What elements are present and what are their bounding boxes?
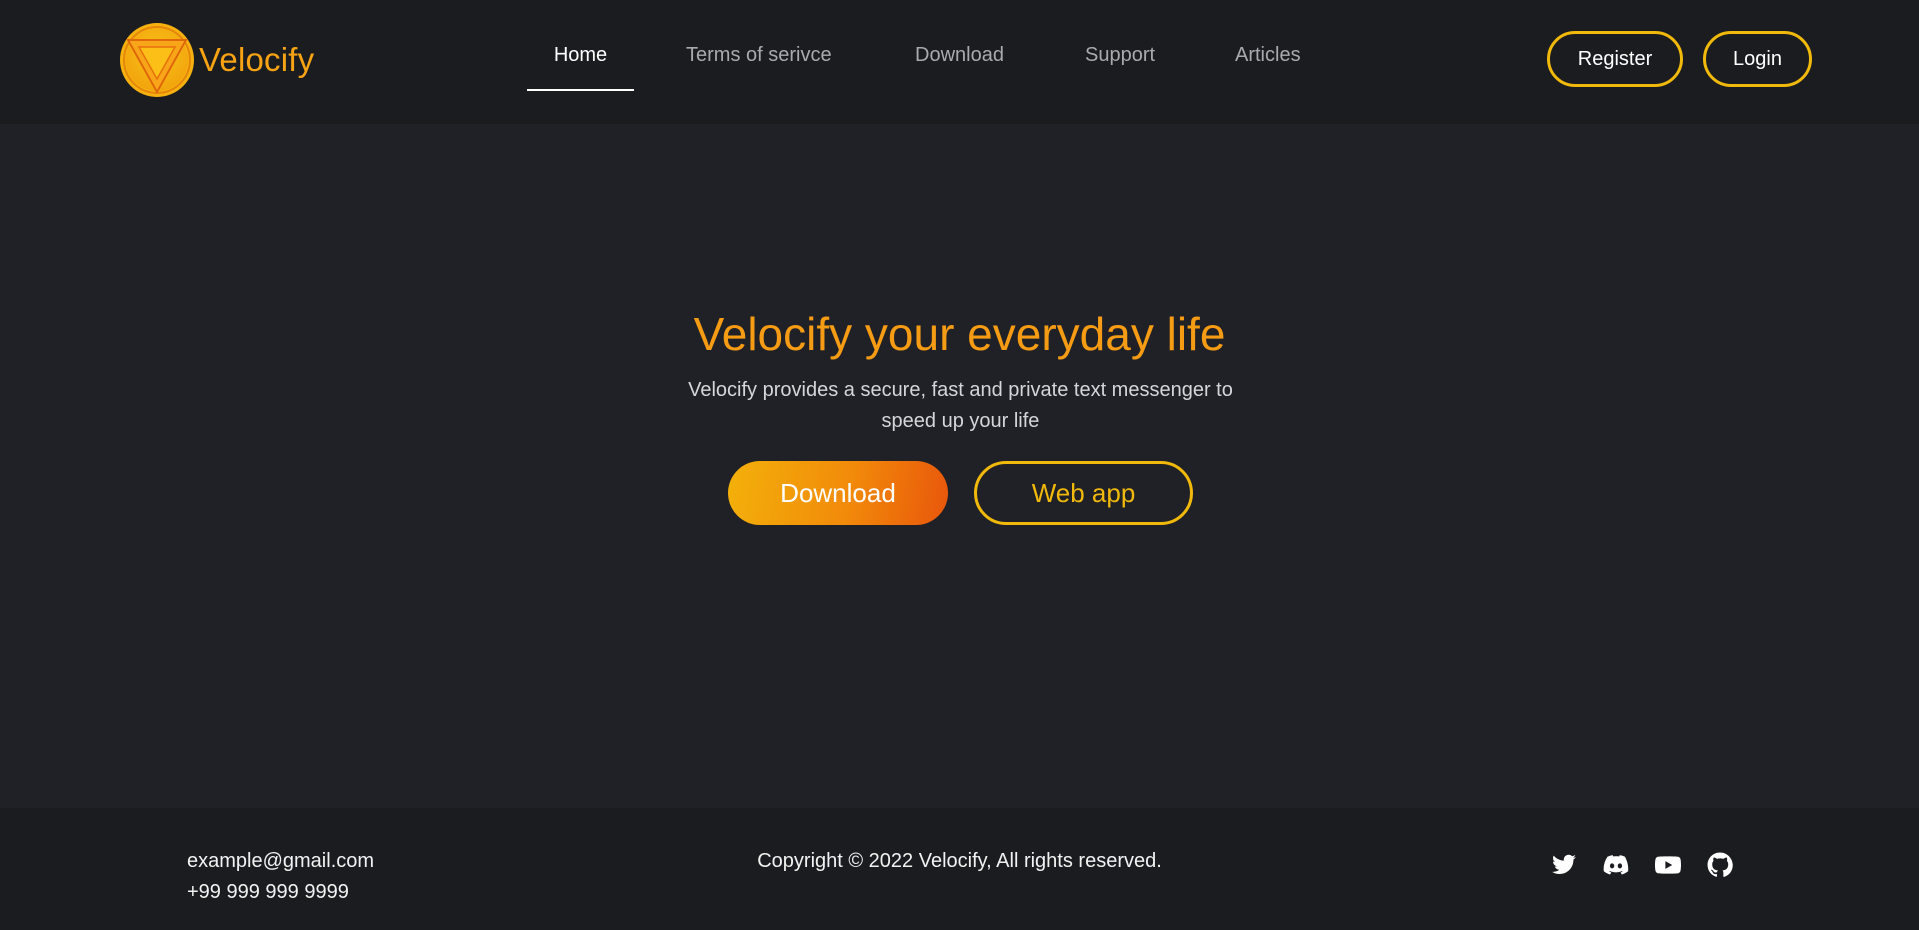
brand-logo[interactable]: Velocify: [119, 22, 314, 98]
login-button[interactable]: Login: [1703, 31, 1812, 87]
nav-support[interactable]: Support: [1085, 44, 1155, 74]
site-footer: example@gmail.com +99 999 999 9999 Copyr…: [0, 808, 1919, 930]
site-header: Velocify Home Terms of serivce Download …: [0, 0, 1919, 124]
youtube-icon[interactable]: [1655, 852, 1681, 878]
nav-home[interactable]: Home: [527, 44, 634, 74]
discord-icon[interactable]: [1603, 852, 1629, 878]
nav-download[interactable]: Download: [915, 44, 1004, 74]
twitter-icon[interactable]: [1551, 852, 1577, 878]
web-app-button[interactable]: Web app: [974, 461, 1193, 525]
nav-active-indicator: [527, 89, 634, 91]
brand-name: Velocify: [199, 41, 315, 78]
nav-articles[interactable]: Articles: [1235, 44, 1301, 74]
hero-title: Velocify your everyday life: [693, 308, 1226, 360]
nav-terms-of-service[interactable]: Terms of serivce: [686, 44, 832, 74]
copyright-text: Copyright © 2022 Velocify, All rights re…: [757, 850, 1162, 872]
github-icon[interactable]: [1707, 852, 1733, 878]
download-button[interactable]: Download: [728, 461, 948, 525]
velocify-logo-icon: [120, 23, 194, 97]
contact-phone: +99 999 999 9999: [187, 881, 349, 903]
hero-subtitle: Velocify provides a secure, fast and pri…: [688, 379, 1233, 432]
register-button[interactable]: Register: [1547, 31, 1683, 87]
